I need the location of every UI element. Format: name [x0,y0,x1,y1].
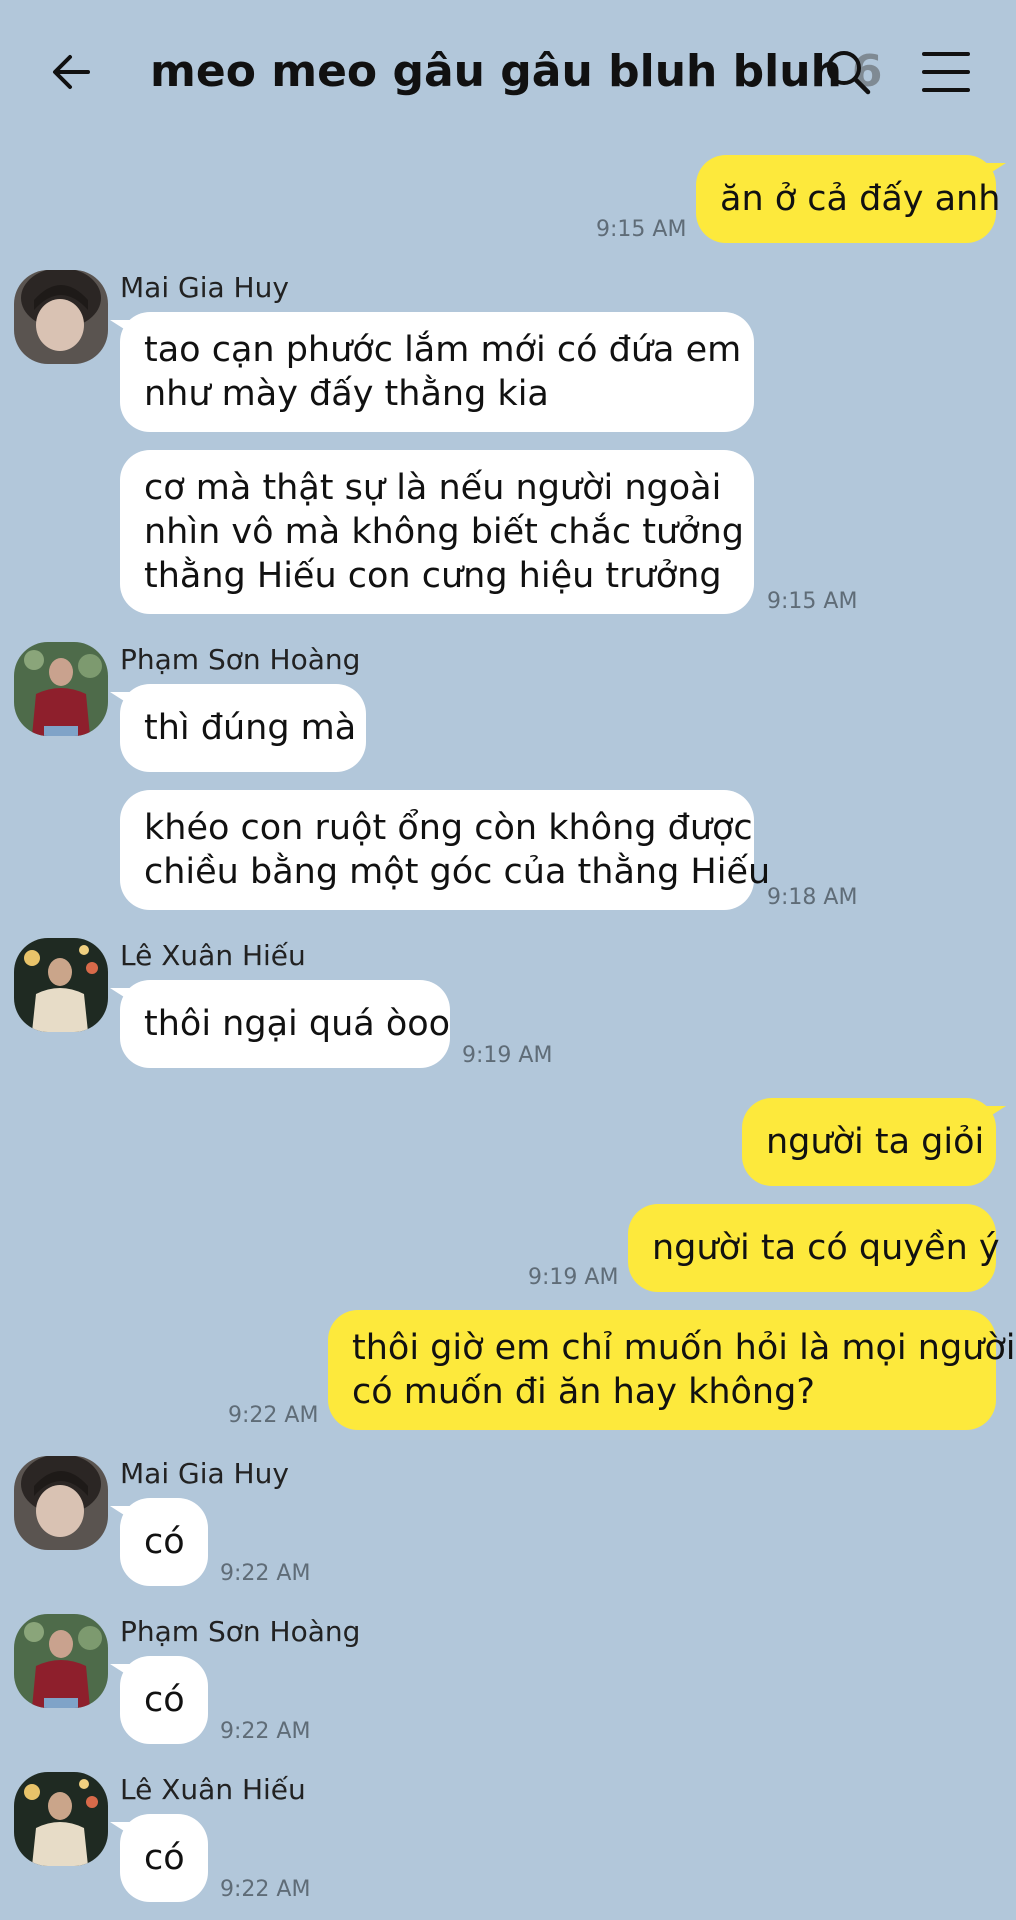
message-line: thôi giờ em chỉ muốn hỏi là mọi người [352,1328,1016,1368]
message-time: 9:22 AM [228,1403,319,1428]
outgoing-message[interactable]: thôi giờ em chỉ muốn hỏi là mọi người có… [328,1310,1016,1430]
message-time: 9:18 AM [767,885,858,910]
message-text: có [144,1838,185,1878]
message-line: tao cạn phước lắm mới có đứa em [144,330,742,370]
incoming-message[interactable]: thì đúng mà [110,684,366,772]
outgoing-message[interactable]: người ta giỏi [742,1098,1006,1186]
sender-name: Lê Xuân Hiếu [120,1773,306,1806]
incoming-message[interactable]: thôi ngại quá òoo [110,980,451,1068]
message-time: 9:15 AM [767,589,858,614]
avatar-le-xuan-hieu[interactable] [14,1772,108,1866]
message-line: cơ mà thật sự là nếu người ngoài [144,468,722,508]
sender-name: Phạm Sơn Hoàng [120,643,361,676]
message-time: 9:22 AM [220,1561,311,1586]
message-text: ăn ở cả đấy anh [720,179,1001,219]
message-text: có [144,1522,185,1562]
avatar-le-xuan-hieu[interactable] [14,938,108,1032]
search-icon [827,51,871,95]
sender-name: Mai Gia Huy [120,1457,289,1490]
incoming-message[interactable]: có [110,1656,208,1744]
message-text: người ta có quyền ý [652,1228,1000,1268]
incoming-message[interactable]: có [110,1814,208,1902]
chat-header: meo meo gâu gâu bluh bluh 6 [0,0,1016,140]
incoming-message[interactable]: có [110,1498,208,1586]
incoming-message[interactable]: cơ mà thật sự là nếu người ngoài nhìn vô… [120,450,754,614]
avatar-pham-son-hoang[interactable] [14,642,108,736]
chat-title: meo meo gâu gâu bluh bluh 6 [150,44,883,100]
message-time: 9:19 AM [462,1043,553,1068]
incoming-message[interactable]: tao cạn phước lắm mới có đứa em như mày … [110,312,754,432]
search-button[interactable] [820,44,876,100]
message-line: nhìn vô mà không biết chắc tưởng [144,512,744,552]
message-line: có muốn đi ăn hay không? [352,1372,815,1412]
avatar-pham-son-hoang[interactable] [14,1614,108,1708]
avatar-mai-gia-huy[interactable] [14,1456,108,1550]
incoming-message[interactable]: khéo con ruột ổng còn không được chiều b… [120,790,770,910]
chat-title-text: meo meo gâu gâu bluh bluh [150,46,842,97]
message-text: có [144,1680,185,1720]
message-time: 9:19 AM [528,1265,619,1290]
avatar-mai-gia-huy[interactable] [14,270,108,364]
outgoing-message[interactable]: ăn ở cả đấy anh [696,155,1006,243]
arrow-left-icon [53,55,90,89]
message-text: người ta giỏi [766,1122,985,1162]
message-line: như mày đấy thằng kia [144,374,549,414]
sender-name: Phạm Sơn Hoàng [120,1615,361,1648]
outgoing-message[interactable]: người ta có quyền ý [628,1204,1000,1292]
menu-button[interactable] [918,44,974,100]
message-line: khéo con ruột ổng còn không được [144,808,753,848]
sender-name: Lê Xuân Hiếu [120,939,306,972]
back-button[interactable] [44,44,100,100]
hamburger-menu-icon [922,52,970,92]
message-time: 9:15 AM [596,217,687,242]
message-time: 9:22 AM [220,1719,311,1744]
sender-name: Mai Gia Huy [120,271,289,304]
message-line: chiều bằng một góc của thằng Hiếu [144,852,771,892]
message-text: thôi ngại quá òoo [144,1004,451,1044]
message-time: 9:22 AM [220,1877,311,1902]
message-line: thằng Hiếu con cưng hiệu trưởng [144,556,722,596]
message-text: thì đúng mà [144,708,357,748]
